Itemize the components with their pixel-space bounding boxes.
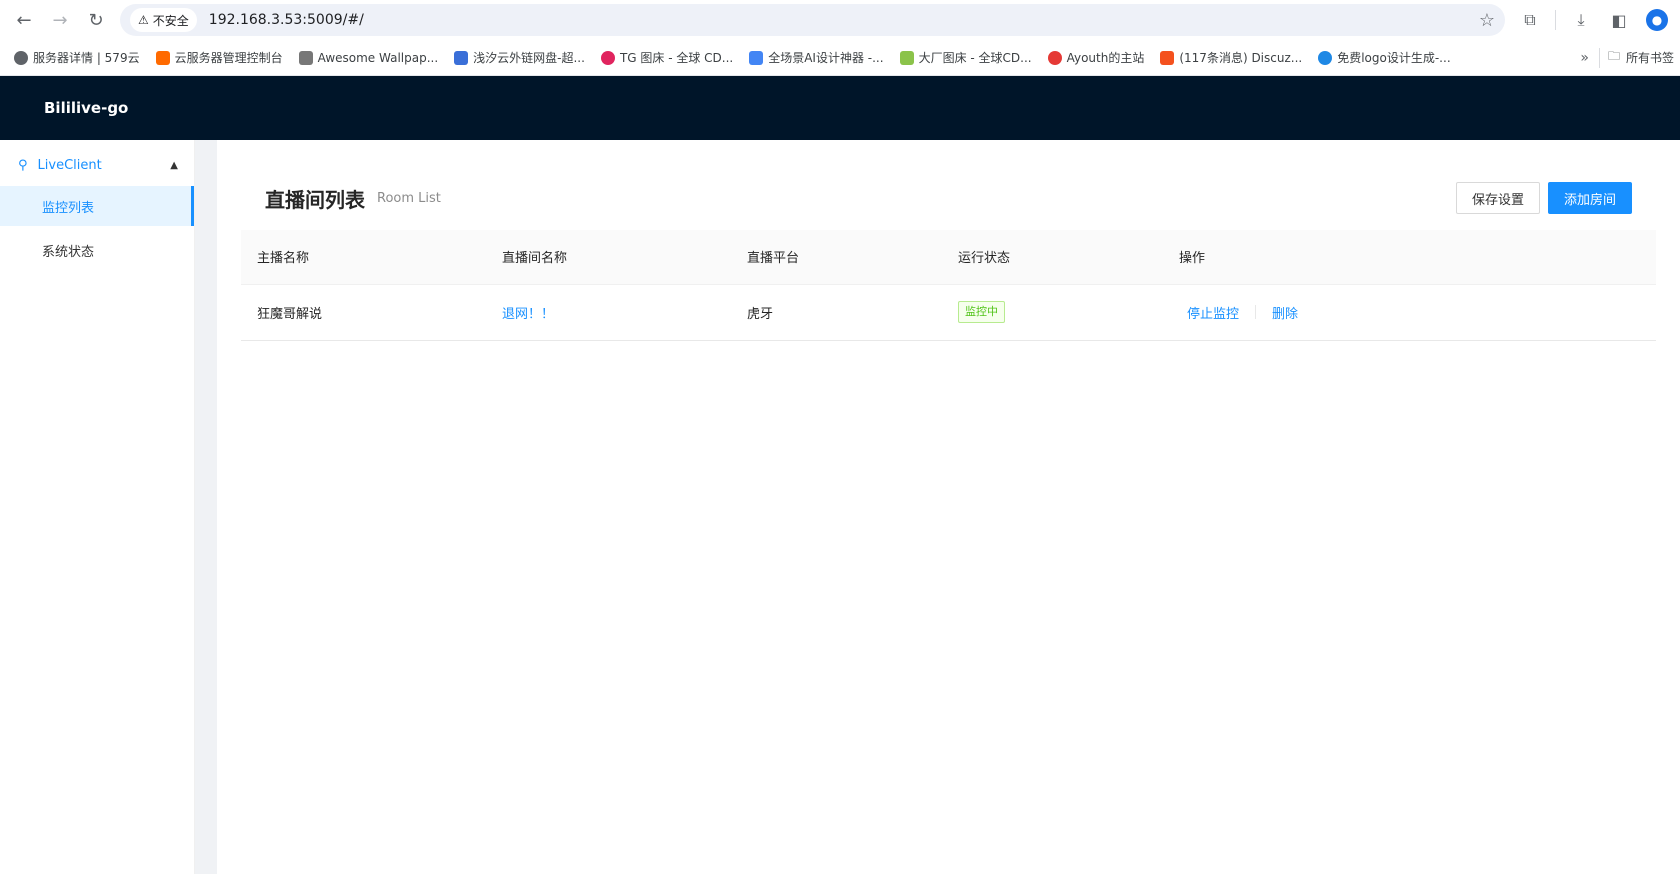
page-subtitle: Room List — [377, 190, 441, 206]
status-badge: 监控中 — [958, 301, 1005, 323]
side-panel-icon: ◧ — [1611, 10, 1627, 30]
layout-gutter — [195, 140, 217, 874]
bookmark-item[interactable]: Awesome Wallpap... — [291, 44, 447, 72]
sidebar-item-monitor-list[interactable]: 监控列表 — [0, 186, 194, 226]
bookmark-favicon-icon — [1160, 50, 1175, 65]
downloads-button[interactable]: ⤓ — [1564, 3, 1598, 37]
stop-monitor-link[interactable]: 停止监控 — [1179, 303, 1239, 322]
bookmark-item[interactable]: Ayouth的主站 — [1040, 44, 1153, 72]
bookmark-label: Ayouth的主站 — [1066, 51, 1145, 65]
bookmark-favicon-icon — [1047, 50, 1062, 65]
table-row: 狂魔哥解说 退网！！ 虎牙 监控中 停止监控 删除 — [241, 284, 1656, 341]
sidebar-group-liveclient[interactable]: ⚲ LiveClient ▲ — [0, 148, 194, 182]
bookmark-label: 云服务器管理控制台 — [174, 51, 283, 65]
bookmark-item[interactable]: 免费logo设计生成-... — [1310, 44, 1458, 72]
bookmark-item[interactable]: 服务器详情 | 579云 — [6, 44, 148, 72]
sidebar-item-label: 系统状态 — [42, 244, 95, 260]
bookmark-label: 大厂图床 - 全球CD... — [918, 51, 1032, 65]
chevron-up-icon: ▲ — [170, 159, 178, 171]
page-header: 直播间列表 Room List 保存设置 添加房间 — [241, 180, 1656, 216]
bookmark-favicon-icon — [298, 50, 313, 65]
address-bar[interactable]: ⚠ 不安全 192.168.3.53:5009/#/ ☆ — [120, 4, 1505, 36]
sidebar-group-label: LiveClient — [37, 157, 102, 173]
bookmark-item[interactable]: 大厂图床 - 全球CD... — [892, 44, 1040, 72]
bookmark-item[interactable]: 云服务器管理控制台 — [148, 44, 291, 72]
app-body: ⚲ LiveClient ▲ 监控列表 系统状态 直播间列表 Room List… — [0, 140, 1680, 874]
main-content: 直播间列表 Room List 保存设置 添加房间 主播名称 直播间名称 直播平… — [217, 140, 1680, 874]
chevron-double-right-icon: » — [1580, 49, 1589, 66]
header-actions: 保存设置 添加房间 — [1455, 182, 1632, 214]
row-actions: 停止监控 删除 — [1179, 303, 1656, 322]
all-bookmarks-folder[interactable]: 🗀 所有书签 — [1598, 47, 1674, 68]
cell-platform: 虎牙 — [731, 284, 942, 341]
bookmark-favicon-icon — [1318, 50, 1333, 65]
bookmark-label: 浅汐云外链网盘-超... — [473, 51, 585, 65]
url-text[interactable]: 192.168.3.53:5009/#/ — [209, 12, 1479, 28]
reload-icon: ↻ — [88, 9, 104, 31]
arrow-right-icon: → — [52, 9, 68, 31]
bookmark-favicon-icon — [155, 50, 170, 65]
security-label: 不安全 — [152, 13, 189, 28]
folder-label: 所有书签 — [1625, 51, 1674, 65]
column-header-actions: 操作 — [1163, 230, 1656, 285]
add-room-button[interactable]: 添加房间 — [1547, 182, 1632, 214]
action-divider — [1255, 305, 1257, 319]
back-button[interactable]: ← — [6, 2, 42, 38]
star-icon[interactable]: ☆ — [1479, 10, 1495, 31]
cell-room: 退网！！ — [486, 284, 731, 341]
download-icon: ⤓ — [1577, 10, 1585, 29]
bookmark-item[interactable]: 浅汐云外链网盘-超... — [446, 44, 593, 72]
sidebar-item-label: 监控列表 — [42, 200, 95, 216]
app-header: Bililive-go — [0, 76, 1680, 140]
forward-button[interactable]: → — [42, 2, 78, 38]
puzzle-icon: ⧉ — [1524, 10, 1536, 29]
bookmark-item[interactable]: (117条消息) Discuz... — [1152, 44, 1310, 72]
bookmark-favicon-icon — [454, 50, 469, 65]
sidebar-item-system-status[interactable]: 系统状态 — [0, 230, 194, 270]
page-title: 直播间列表 — [265, 187, 365, 212]
bookmark-favicon-icon — [899, 50, 914, 65]
cell-host: 狂魔哥解说 — [241, 284, 486, 341]
bookmark-label: 免费logo设计生成-... — [1337, 51, 1451, 65]
reload-button[interactable]: ↻ — [78, 2, 114, 38]
toolbar-separator — [1555, 10, 1556, 30]
column-header-status: 运行状态 — [942, 230, 1163, 285]
extensions-button[interactable]: ⧉ — [1513, 3, 1547, 37]
sidebar: ⚲ LiveClient ▲ 监控列表 系统状态 — [0, 140, 195, 874]
column-header-room: 直播间名称 — [486, 230, 731, 285]
bookmark-favicon-icon — [600, 50, 615, 65]
browser-toolbar: ← → ↻ ⚠ 不安全 192.168.3.53:5009/#/ ☆ ⧉ ⤓ ◧… — [0, 0, 1680, 40]
search-icon: ⚲ — [18, 157, 28, 173]
bookmarks-bar: 服务器详情 | 579云 云服务器管理控制台 Awesome Wallpap..… — [0, 40, 1680, 76]
bookmarks-overflow-button[interactable]: » — [1570, 50, 1599, 66]
table-header-row: 主播名称 直播间名称 直播平台 运行状态 操作 — [241, 230, 1656, 285]
profile-button[interactable]: ● — [1640, 3, 1674, 37]
side-panel-button[interactable]: ◧ — [1602, 3, 1636, 37]
column-header-platform: 直播平台 — [731, 230, 942, 285]
column-header-host: 主播名称 — [241, 230, 486, 285]
profile-icon: ● — [1646, 9, 1668, 31]
toolbar-right: ⧉ ⤓ ◧ ● — [1513, 3, 1674, 37]
cell-actions: 停止监控 删除 — [1163, 284, 1656, 341]
warning-icon: ⚠ — [138, 13, 149, 27]
folder-icon: 🗀 — [1607, 49, 1620, 63]
room-link[interactable]: 退网！！ — [502, 307, 554, 322]
bookmark-label: (117条消息) Discuz... — [1179, 51, 1303, 65]
cell-status: 监控中 — [942, 284, 1163, 341]
security-chip[interactable]: ⚠ 不安全 — [130, 8, 197, 32]
bookmark-label: Awesome Wallpap... — [317, 50, 439, 65]
bookmark-label: 全场景AI设计神器 -... — [768, 51, 884, 65]
bookmark-label: TG 图床 - 全球 CD... — [619, 51, 734, 65]
bookmark-item[interactable]: 全场景AI设计神器 -... — [741, 44, 891, 72]
bookmark-favicon-icon — [14, 50, 28, 65]
delete-link[interactable]: 删除 — [1272, 303, 1298, 322]
room-table: 主播名称 直播间名称 直播平台 运行状态 操作 狂魔哥解说 退网！！ 虎牙 监控… — [241, 230, 1656, 341]
bookmark-item[interactable]: TG 图床 - 全球 CD... — [593, 44, 741, 72]
bookmark-favicon-icon — [749, 50, 764, 65]
save-settings-button[interactable]: 保存设置 — [1455, 182, 1540, 214]
arrow-left-icon: ← — [16, 9, 32, 31]
bookmark-label: 服务器详情 | 579云 — [33, 51, 140, 65]
app-title: Bililive-go — [44, 99, 129, 117]
